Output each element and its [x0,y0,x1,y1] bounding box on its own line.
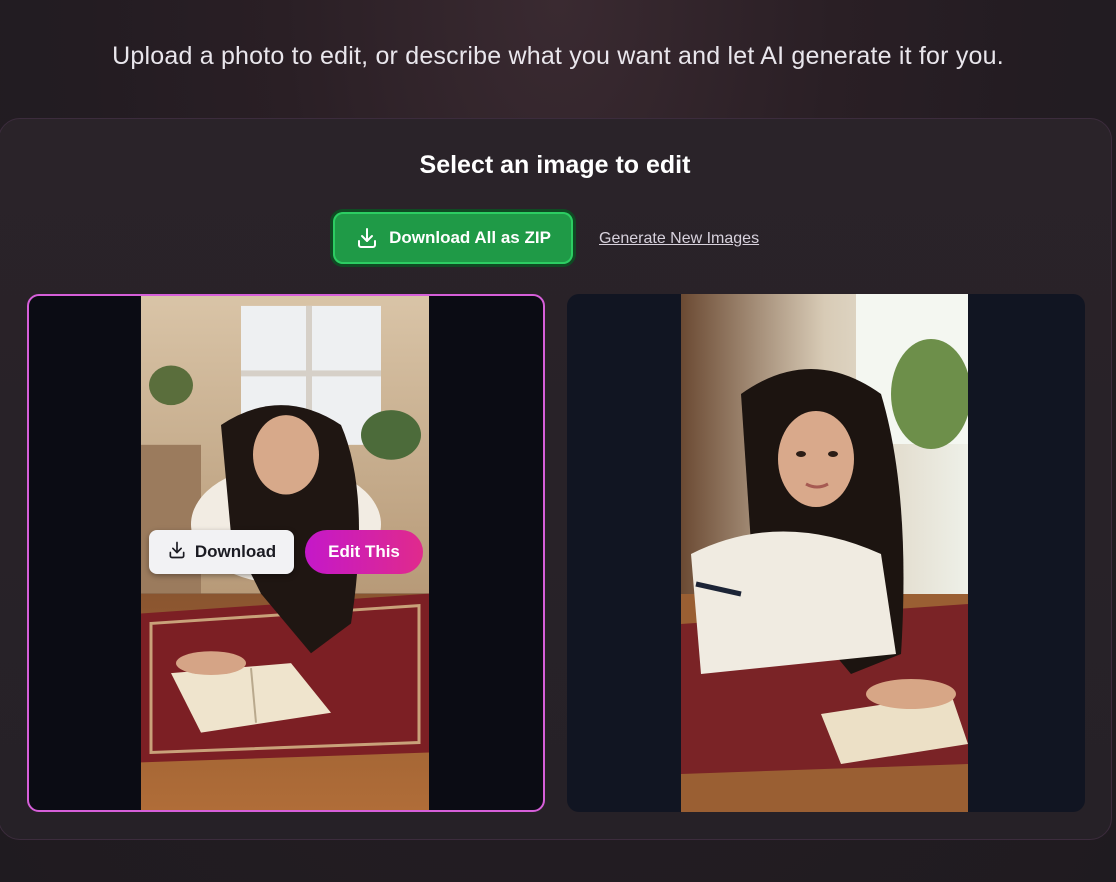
download-all-zip-button[interactable]: Download All as ZIP [333,212,573,264]
image-card-2[interactable] [567,294,1085,812]
edit-this-button[interactable]: Edit This [305,530,423,574]
generated-image-2 [681,294,968,812]
generate-new-images-link[interactable]: Generate New Images [599,230,759,248]
card-download-label: Download [194,542,277,561]
image-card-1[interactable]: Download Edit This [27,294,545,812]
card-download-button[interactable]: Download [149,530,294,574]
download-icon [167,540,187,565]
page-subtitle: Upload a photo to edit, or describe what… [112,42,1004,70]
panel-title: Select an image to edit [419,151,691,179]
image-selection-panel: Select an image to edit Download All as … [0,118,1112,840]
download-all-zip-label: Download All as ZIP [389,228,551,247]
download-icon [355,226,379,250]
